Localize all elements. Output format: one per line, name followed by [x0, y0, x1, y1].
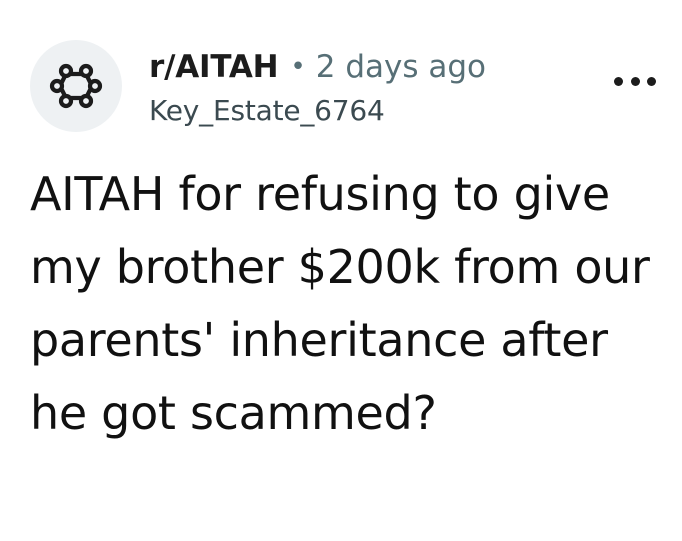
post-age: 2 days ago [315, 49, 487, 85]
more-options-icon [647, 76, 656, 86]
more-options-icon [630, 76, 640, 86]
post-meta: r/AITAH • 2 days ago Key_Estate_6764 [149, 44, 486, 127]
subreddit-avatar[interactable] [30, 40, 122, 132]
subreddit-default-icon [49, 63, 103, 109]
subreddit-link[interactable]: r/AITAH [149, 49, 279, 85]
post-header: r/AITAH • 2 days ago Key_Estate_6764 [30, 38, 662, 138]
meta-line: r/AITAH • 2 days ago [149, 44, 486, 90]
post-title[interactable]: AITAH for refusing to give my brother $2… [30, 158, 650, 450]
meta-separator: • [290, 52, 306, 82]
author-link[interactable]: Key_Estate_6764 [149, 94, 486, 127]
more-options-icon [614, 76, 623, 86]
more-options-button[interactable] [614, 70, 656, 92]
